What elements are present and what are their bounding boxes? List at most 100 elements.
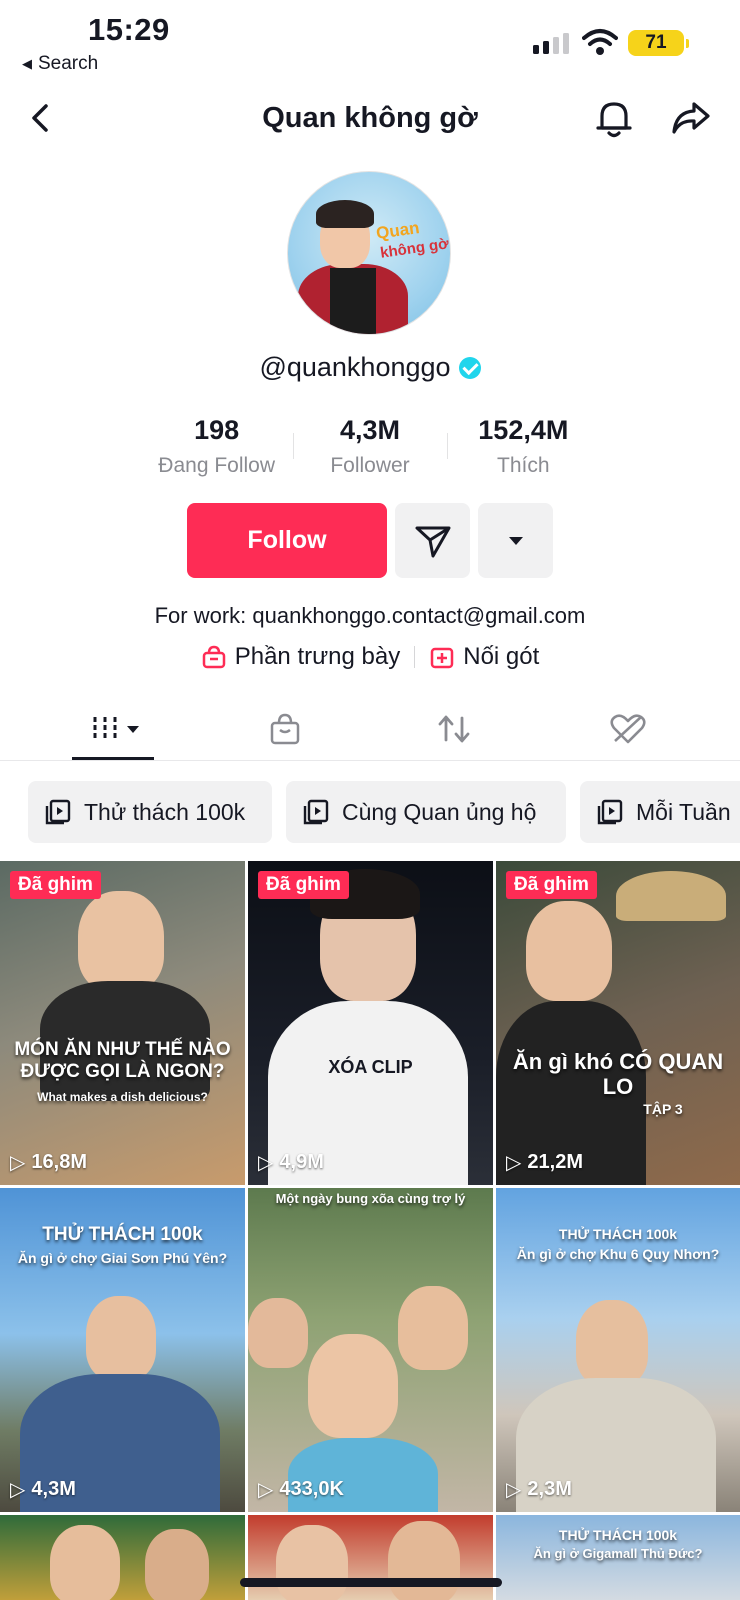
video-thumbnail[interactable] <box>248 1515 493 1600</box>
video-caption: THỬ THÁCH 100k <box>42 1224 203 1245</box>
thumbnail-person-shape <box>248 1298 308 1368</box>
video-subcaption: Ăn gì ở chợ Giai Sơn Phú Yên? <box>17 1250 228 1266</box>
view-count-value: 16,8M <box>31 1151 87 1173</box>
battery-indicator: 71 <box>628 30 689 56</box>
username: @quankhonggo <box>0 352 740 383</box>
thumbnail-person-shape <box>50 1525 120 1600</box>
username-text: @quankhonggo <box>259 352 451 382</box>
bell-icon[interactable] <box>594 96 634 140</box>
active-tab-indicator <box>72 757 154 760</box>
video-thumbnail[interactable]: THỬ THÁCH 100k Ăn gì ở chợ Giai Sơn Phú … <box>0 1188 245 1512</box>
hidden-heart-icon <box>610 714 646 744</box>
send-message-icon <box>415 526 450 557</box>
stat-followers[interactable]: 4,3M Follower <box>293 415 446 485</box>
share-icon[interactable] <box>670 98 712 138</box>
view-count: ▷ 4,3M <box>10 1477 76 1502</box>
add-yours-link[interactable]: Nối gót <box>429 643 539 671</box>
avatar-hair-shape <box>316 200 374 228</box>
video-thumbnail[interactable]: Một ngày bung xõa cùng trợ lý ▷ 433,0K <box>248 1188 493 1512</box>
repost-icon <box>438 715 470 743</box>
caret-down-icon <box>508 536 523 545</box>
liked-tab[interactable] <box>598 709 658 749</box>
thumbnail-hat-shape <box>616 871 726 921</box>
video-thumbnail[interactable]: Đã ghim MÓN ĂN NHƯ THẾ NÀO ĐƯỢC GỌI LÀ N… <box>0 861 245 1185</box>
play-icon: ▷ <box>258 1479 274 1501</box>
showcase-link[interactable]: Phần trưng bày <box>201 643 401 671</box>
pinned-badge: Đã ghim <box>506 871 597 899</box>
shopping-bag-icon <box>270 713 300 745</box>
video-thumbnail[interactable]: THỬ THÁCH 100k Ăn gì ở chợ Khu 6 Quy Nhơ… <box>496 1188 740 1512</box>
playlist-label: Thử thách 100k <box>84 798 246 825</box>
thumbnail-person-shape <box>78 891 164 991</box>
video-caption: THỬ THÁCH 100k <box>558 1226 678 1242</box>
stat-followers-label: Follower <box>330 454 410 477</box>
video-caption: MÓN ĂN NHƯ THẾ NÀO ĐƯỢC GỌI LÀ NGON? <box>14 1039 231 1082</box>
playlist-chip[interactable]: Mỗi Tuần <box>580 781 740 843</box>
status-bar: 15:29 ◀ Search 71 <box>0 0 740 80</box>
video-caption: Một ngày bung xõa cùng trợ lý <box>275 1191 466 1206</box>
view-count-value: 2,3M <box>527 1478 572 1500</box>
view-count: ▷ 433,0K <box>258 1477 344 1502</box>
shopping-bag-icon <box>202 645 225 669</box>
video-caption: Ăn gì khó CÓ QUAN LO <box>512 1049 724 1100</box>
more-options-button[interactable] <box>478 503 553 578</box>
stat-likes-label: Thích <box>497 454 550 477</box>
pinned-badge: Đã ghim <box>10 871 101 899</box>
follow-button[interactable]: Follow <box>187 503 387 578</box>
back-triangle-icon: ◀ <box>22 56 32 71</box>
view-count-value: 21,2M <box>527 1151 583 1173</box>
view-count-value: 4,3M <box>31 1478 76 1500</box>
video-subcaption: Ăn gì ở chợ Khu 6 Quy Nhơn? <box>516 1246 720 1262</box>
video-thumbnail[interactable] <box>0 1515 245 1600</box>
playlist-chip[interactable]: Thử thách 100k <box>28 781 272 843</box>
back-to-search-link[interactable]: ◀ Search <box>22 53 98 75</box>
profile-stats: 198 Đang Follow 4,3M Follower 152,4M Thí… <box>140 415 600 485</box>
view-count: ▷ 21,2M <box>506 1150 583 1175</box>
view-count: ▷ 4,9M <box>258 1150 324 1175</box>
stat-following-value: 198 <box>194 415 240 445</box>
add-yours-label: Nối gót <box>463 643 540 670</box>
pinned-badge: Đã ghim <box>258 871 349 899</box>
profile-links: Phần trưng bày Nối gót <box>0 643 740 671</box>
reposts-tab[interactable] <box>424 709 484 749</box>
wifi-icon <box>582 29 618 55</box>
profile-tabs <box>0 697 740 761</box>
stat-following[interactable]: 198 Đang Follow <box>140 415 293 485</box>
avatar-logo-text: Quan <box>374 218 421 243</box>
view-count-value: 4,9M <box>279 1151 324 1173</box>
playlist-chip[interactable]: Cùng Quan ủng hộ <box>286 781 566 843</box>
thumbnail-person-shape <box>276 1525 348 1600</box>
video-subcaption: Ăn gì ở Gigamall Thủ Đức? <box>533 1546 703 1561</box>
videos-tab[interactable] <box>72 709 154 749</box>
playlist-row: Thử thách 100k Cùng Quan ủng hộ Mỗi Tuần <box>0 781 740 845</box>
video-thumbnail[interactable]: Đã ghim XÓA CLIP ▷ 4,9M <box>248 861 493 1185</box>
play-icon: ▷ <box>10 1479 26 1501</box>
verified-badge-icon <box>458 356 481 379</box>
stat-likes[interactable]: 152,4M Thích <box>446 415 600 485</box>
play-icon: ▷ <box>506 1152 522 1174</box>
home-indicator <box>240 1578 502 1587</box>
thumbnail-person-shape <box>86 1296 156 1380</box>
stat-followers-value: 4,3M <box>339 415 400 445</box>
video-thumbnail[interactable]: THỬ THÁCH 100k Ăn gì ở Gigamall Thủ Đức? <box>496 1515 740 1600</box>
status-time: 15:29 <box>88 12 170 47</box>
thumbnail-person-shape <box>308 1334 398 1438</box>
stat-likes-value: 152,4M <box>478 415 569 445</box>
video-grid: Đã ghim MÓN ĂN NHƯ THẾ NÀO ĐƯỢC GỌI LÀ N… <box>0 861 740 1600</box>
play-icon: ▷ <box>258 1152 274 1174</box>
avatar-shirt-shape <box>330 268 376 334</box>
links-divider <box>414 646 416 668</box>
thumbnail-person-shape <box>145 1529 209 1600</box>
video-thumbnail[interactable]: Đã ghim Ăn gì khó CÓ QUAN LO TẬP 3 ▷ 21,2… <box>496 861 740 1185</box>
video-subcaption: What makes a dish delicious? <box>37 1090 208 1104</box>
message-button[interactable] <box>395 503 470 578</box>
shop-tab[interactable] <box>255 709 315 749</box>
play-icon: ▷ <box>10 1152 26 1174</box>
profile-avatar[interactable]: Quan không gờ <box>287 171 451 335</box>
playlist-icon <box>303 799 329 825</box>
showcase-label: Phần trưng bày <box>234 643 401 670</box>
profile-header: Quan không gờ <box>0 90 740 150</box>
stat-following-label: Đang Follow <box>158 454 276 477</box>
view-count: ▷ 16,8M <box>10 1150 87 1175</box>
view-count-value: 433,0K <box>279 1478 344 1500</box>
